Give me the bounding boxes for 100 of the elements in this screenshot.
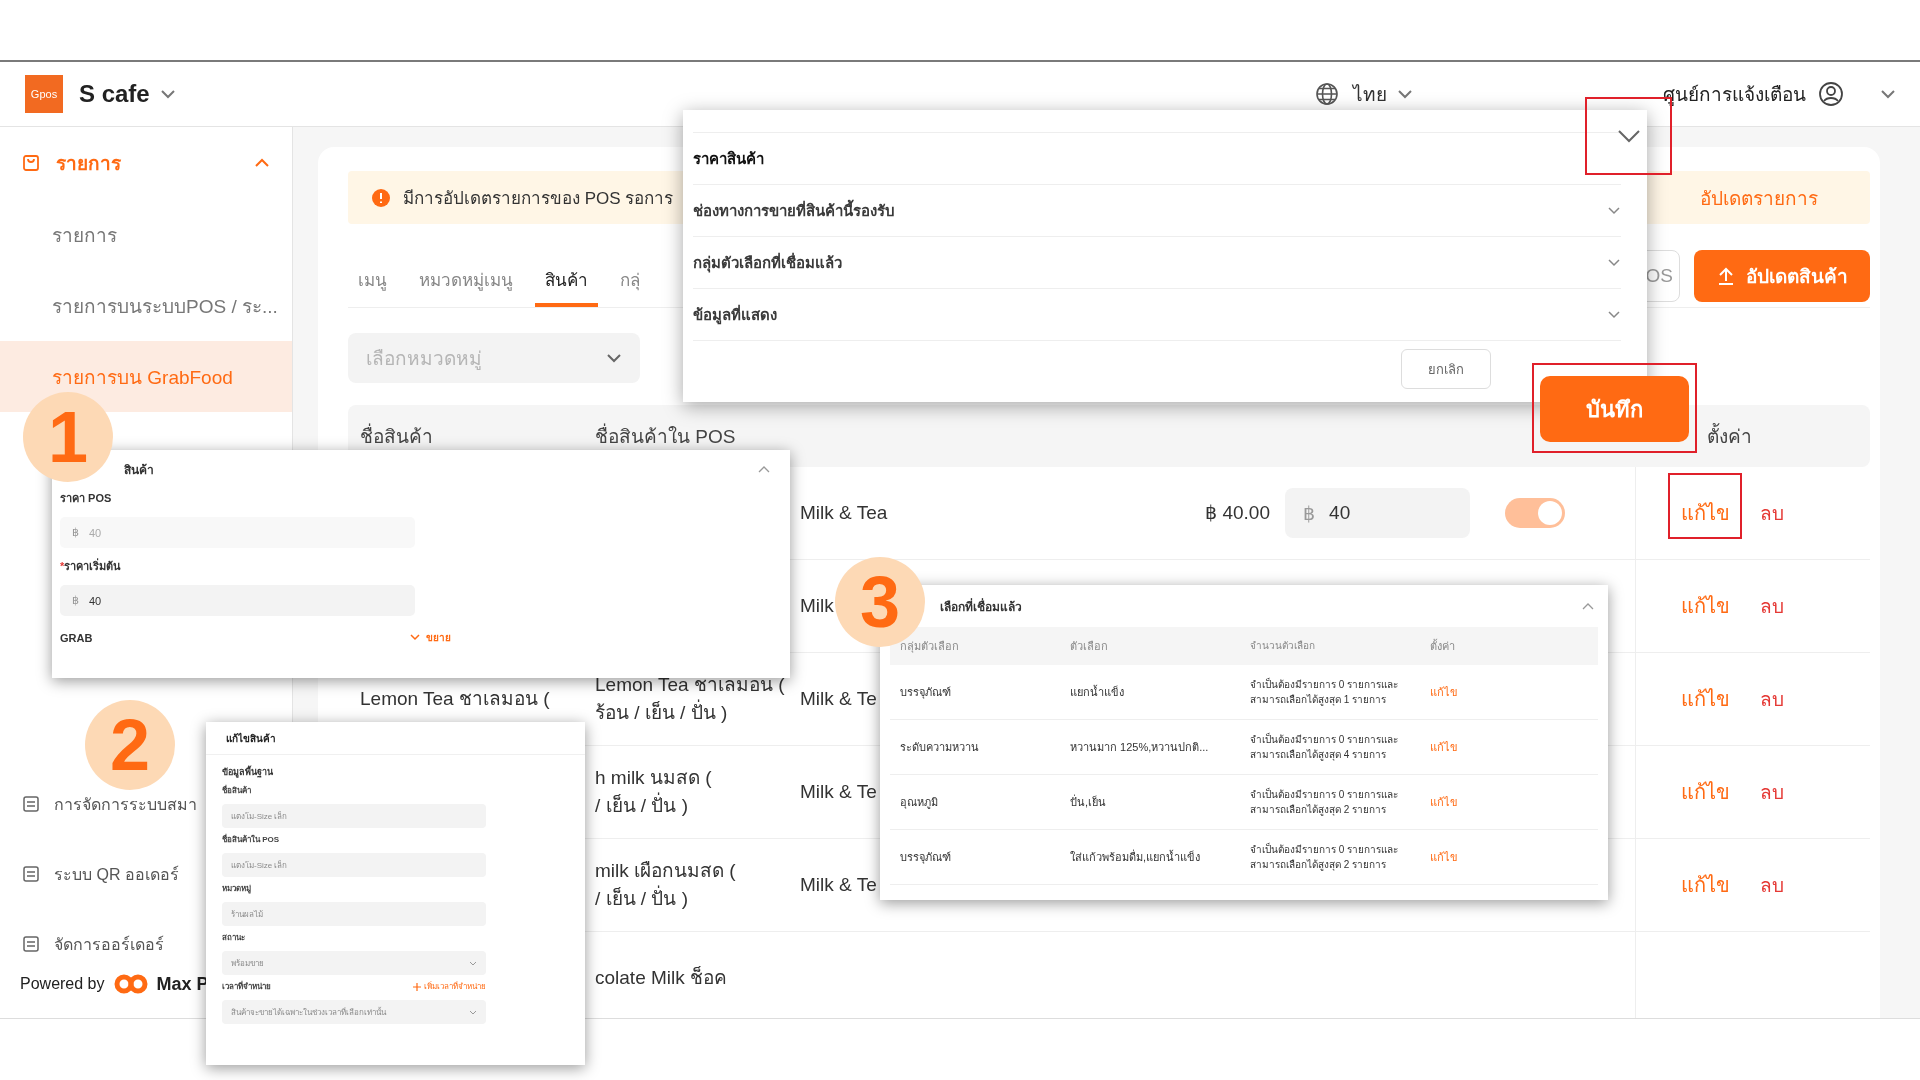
chevron-up-icon[interactable]: [758, 465, 770, 473]
table-cell: Milk: [800, 594, 834, 616]
banner-message: มีการอัปเดตรายการของ POS รอการ: [403, 188, 674, 210]
accordion-section[interactable]: กลุ่มตัวเลือกที่เชื่อมแล้ว: [693, 250, 842, 275]
edit-link[interactable]: แก้ไข: [1681, 869, 1730, 901]
table-cell-text: ใส่แก้วพร้อมดื่ม,แยกน้ำแข็ง: [1070, 848, 1202, 865]
delete-link[interactable]: ลบ: [1760, 498, 1784, 528]
upload-icon: [1716, 265, 1736, 286]
column-header: ตั้งค่า: [1430, 638, 1456, 654]
edit-link[interactable]: แก้ไข: [1430, 738, 1598, 756]
chevron-down-icon: [410, 634, 420, 641]
edit-link[interactable]: แก้ไข: [1681, 776, 1730, 808]
delete-link[interactable]: ลบ: [1760, 591, 1784, 621]
chevron-up-icon[interactable]: [254, 158, 270, 168]
edit-link[interactable]: แก้ไข: [1681, 497, 1730, 529]
select-field[interactable]: สินค้าจะขายได้เฉพาะในช่วงเวลาที่เลือกเท่านั้น: [222, 1000, 486, 1024]
table-cell-text: จำเป็นต้องมีรายการ 0 รายการและ สามารถเลือกได้สูงสุด 4 รายการ: [1250, 731, 1400, 763]
field-label: ชื่อสินค้าใน POS: [222, 833, 280, 846]
step-badge: 2: [85, 700, 175, 790]
tab[interactable]: หมวดหมู่เมนู: [409, 266, 523, 307]
tab[interactable]: สินค้า: [535, 266, 598, 307]
language-select[interactable]: ไทย: [1353, 79, 1387, 109]
edit-link[interactable]: แก้ไข: [1430, 793, 1598, 811]
status-toggle[interactable]: [1505, 498, 1565, 528]
column-header: ตัวเลือก: [1070, 639, 1109, 654]
edit-link[interactable]: แก้ไข: [1681, 590, 1730, 622]
chevron-down-icon[interactable]: [1607, 310, 1621, 319]
table-cell: Milk & Te: [800, 687, 877, 709]
table-cell-text: บรรจุภัณฑ์: [899, 850, 952, 866]
edit-link[interactable]: แก้ไข: [1430, 848, 1598, 866]
add-time-link[interactable]: เพิ่มเวลาที่จำหน่าย: [413, 980, 486, 993]
powered-by-label: Powered by: [20, 975, 105, 993]
field-label: ราคา POS: [60, 492, 112, 504]
chevron-up-icon[interactable]: [1582, 602, 1594, 610]
table-cell: Lemon Tea ชาเลมอน (: [360, 687, 550, 709]
input-field[interactable]: แตงโม-Size เล็ก: [222, 804, 486, 828]
table-cell: milk เผือกนมสด ( / เย็น / ปั่น ): [595, 859, 736, 909]
delete-link[interactable]: ลบ: [1760, 870, 1784, 900]
panel-title: สินค้า: [124, 461, 154, 479]
input-field[interactable]: ร้านผลไม้: [222, 902, 486, 926]
table-cell-text: แยกน้ำแข็ง: [1070, 684, 1125, 700]
accordion-section[interactable]: ช่องทางการขายที่สินค้านี้รองรับ: [693, 198, 895, 223]
column-header: ตั้งค่า: [1707, 421, 1752, 451]
chevron-down-icon[interactable]: [1607, 206, 1621, 215]
column-header: จำนวนตัวเลือก: [1250, 639, 1316, 654]
logo: Gpos: [25, 75, 63, 113]
warning-icon: [371, 187, 391, 208]
table-cell: Milk & Te: [800, 780, 877, 802]
tab[interactable]: กลุ่: [610, 266, 650, 307]
section-title: ข้อมูลพื้นฐาน: [222, 767, 273, 777]
update-items-link[interactable]: อัปเดตรายการ: [1700, 182, 1818, 213]
accordion-section[interactable]: ราคาสินค้า: [693, 146, 764, 171]
table-cell-text: ระดับความหวาน: [899, 740, 980, 755]
sidebar-item[interactable]: จัดการออร์เดอร์: [54, 931, 164, 957]
list-icon: [22, 795, 40, 813]
cancel-button[interactable]: ยกเลิก: [1401, 349, 1491, 389]
chevron-down-icon[interactable]: [1615, 128, 1642, 144]
tab[interactable]: เมนู: [348, 266, 397, 307]
delete-link[interactable]: ลบ: [1760, 684, 1784, 714]
list-icon: [22, 865, 40, 883]
table-cell-text: จำเป็นต้องมีรายการ 0 รายการและ สามารถเลือกได้สูงสุด 2 รายการ: [1250, 786, 1400, 818]
chevron-down-icon: [469, 960, 477, 966]
table-cell: colate Milk ช็อค: [595, 966, 728, 988]
chevron-down-icon[interactable]: [1880, 89, 1896, 99]
table-cell: Milk & Tea: [800, 501, 888, 523]
notification-center-link[interactable]: ศูนย์การแจ้งเตือน: [1663, 79, 1806, 109]
delete-link[interactable]: ลบ: [1760, 777, 1784, 807]
table-cell-text: อุณหภูมิ: [899, 795, 939, 811]
sidebar-item[interactable]: รายการ: [52, 219, 117, 250]
chevron-down-icon[interactable]: [1397, 89, 1413, 99]
update-products-button[interactable]: อัปเดตสินค้า: [1694, 249, 1870, 302]
field-label: สถานะ: [222, 932, 245, 944]
category-select[interactable]: เลือกหมวดหมู่: [348, 333, 640, 383]
field-label: เวลาที่จำหน่าย: [222, 980, 271, 993]
expand-link[interactable]: ขยาย: [410, 630, 451, 645]
sidebar-item[interactable]: ระบบ QR ออเดอร์: [54, 861, 179, 887]
chevron-down-icon[interactable]: [159, 89, 176, 99]
user-icon[interactable]: [1818, 81, 1844, 107]
field-label: ชื่อสินค้า: [222, 784, 251, 797]
edit-link[interactable]: แก้ไข: [1430, 683, 1598, 701]
list-icon: [22, 935, 40, 953]
sidebar-item[interactable]: การจัดการระบบสมา: [54, 791, 197, 817]
globe-icon[interactable]: [1315, 82, 1339, 106]
panel-title: เลือกที่เชื่อมแล้ว: [940, 597, 1022, 616]
store-name[interactable]: S cafe: [79, 80, 150, 108]
chevron-down-icon: [469, 1009, 477, 1015]
select-field[interactable]: พร้อมขาย: [222, 951, 486, 975]
save-button[interactable]: บันทึก: [1540, 376, 1689, 442]
sidebar-group[interactable]: รายการ: [0, 127, 292, 199]
panel-title: แก้ไขสินค้า: [226, 731, 276, 746]
chevron-down-icon[interactable]: [1607, 258, 1621, 267]
table-cell-text: หวานมาก 125%,หวานปกติ...: [1070, 740, 1210, 755]
table-cell-text: บรรจุภัณฑ์: [899, 685, 952, 701]
table-cell: ฿ 40.00: [1205, 501, 1270, 523]
accordion-section[interactable]: ข้อมูลที่แสดง: [693, 302, 777, 327]
input-field[interactable]: แตงโม-Size เล็ก: [222, 853, 486, 877]
price-input[interactable]: ฿ 40: [1285, 488, 1470, 538]
sidebar-item[interactable]: รายการบนระบบPOS / ระ...: [52, 290, 278, 321]
price-input[interactable]: ฿ 40: [60, 585, 415, 616]
edit-link[interactable]: แก้ไข: [1681, 683, 1730, 715]
